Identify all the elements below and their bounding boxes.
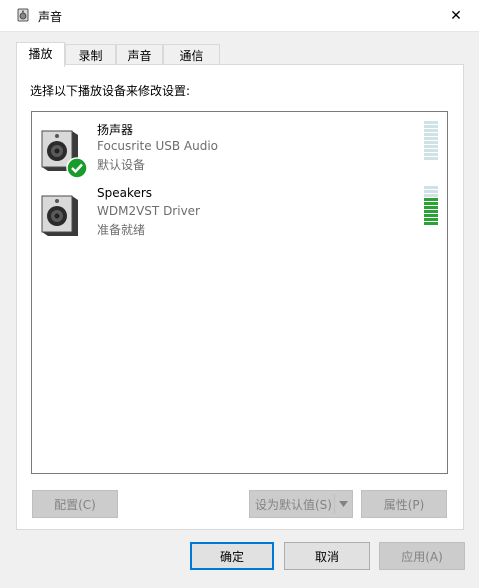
set-default-label: 设为默认值(S) xyxy=(255,497,332,512)
meter-segment xyxy=(424,210,438,213)
chevron-down-icon[interactable] xyxy=(339,501,348,507)
meter-segment xyxy=(424,125,438,128)
device-item-speaker[interactable]: 扬声器 Focusrite USB Audio 默认设备 xyxy=(40,121,440,181)
close-icon: ✕ xyxy=(450,7,462,24)
device-item-speakers[interactable]: Speakers WDM2VST Driver 准备就绪 xyxy=(40,186,440,246)
instruction-text: 选择以下播放设备来修改设置: xyxy=(30,84,191,98)
meter-segment xyxy=(424,149,438,152)
meter-segment xyxy=(424,206,438,209)
set-default-button[interactable]: 设为默认值(S) xyxy=(249,490,353,518)
apply-button[interactable]: 应用(A) xyxy=(379,542,465,570)
meter-segment xyxy=(424,133,438,136)
device-name: Speakers xyxy=(97,186,153,200)
title-bar: 声音 ✕ xyxy=(0,0,479,32)
meter-segment xyxy=(424,121,438,124)
device-status: 默认设备 xyxy=(97,158,146,172)
tab-communications[interactable]: 通信 xyxy=(163,44,220,65)
meter-segment xyxy=(424,129,438,132)
default-check-icon xyxy=(66,157,88,179)
tab-label: 播放 xyxy=(28,47,53,61)
apply-label: 应用(A) xyxy=(401,549,443,564)
tab-label: 录制 xyxy=(78,49,103,63)
meter-segment xyxy=(424,214,438,217)
window-title: 声音 xyxy=(38,10,63,24)
meter-segment xyxy=(424,218,438,221)
meter-segment xyxy=(424,194,438,197)
meter-segment xyxy=(424,153,438,156)
ok-label: 确定 xyxy=(219,549,244,564)
speaker-device-icon xyxy=(41,195,78,236)
meter-segment xyxy=(424,137,438,140)
device-name: 扬声器 xyxy=(97,123,134,137)
meter-segment xyxy=(424,202,438,205)
speaker-app-icon xyxy=(17,8,29,22)
tab-playback[interactable]: 播放 xyxy=(16,42,65,67)
configure-button[interactable]: 配置(C) xyxy=(32,490,118,518)
ok-button[interactable]: 确定 xyxy=(190,542,274,570)
meter-segment xyxy=(424,190,438,193)
tab-recording[interactable]: 录制 xyxy=(65,44,116,65)
tab-sounds[interactable]: 声音 xyxy=(116,44,163,65)
meter-segment xyxy=(424,157,438,160)
meter-segment xyxy=(424,222,438,225)
configure-label: 配置(C) xyxy=(54,497,96,512)
properties-button[interactable]: 属性(P) xyxy=(361,490,447,518)
properties-label: 属性(P) xyxy=(383,497,425,512)
meter-segment xyxy=(424,198,438,201)
cancel-button[interactable]: 取消 xyxy=(284,542,370,570)
device-list[interactable]: 扬声器 Focusrite USB Audio 默认设备 Speakers WD… xyxy=(31,111,448,474)
tab-label: 声音 xyxy=(127,49,152,63)
device-status: 准备就绪 xyxy=(97,223,146,237)
cancel-label: 取消 xyxy=(314,549,339,564)
meter-segment xyxy=(424,186,438,189)
device-driver: Focusrite USB Audio xyxy=(97,139,218,153)
split-divider xyxy=(334,494,335,514)
meter-segment xyxy=(424,141,438,144)
close-button[interactable]: ✕ xyxy=(433,0,479,31)
device-driver: WDM2VST Driver xyxy=(97,204,200,218)
tab-label: 通信 xyxy=(179,49,204,63)
meter-segment xyxy=(424,145,438,148)
